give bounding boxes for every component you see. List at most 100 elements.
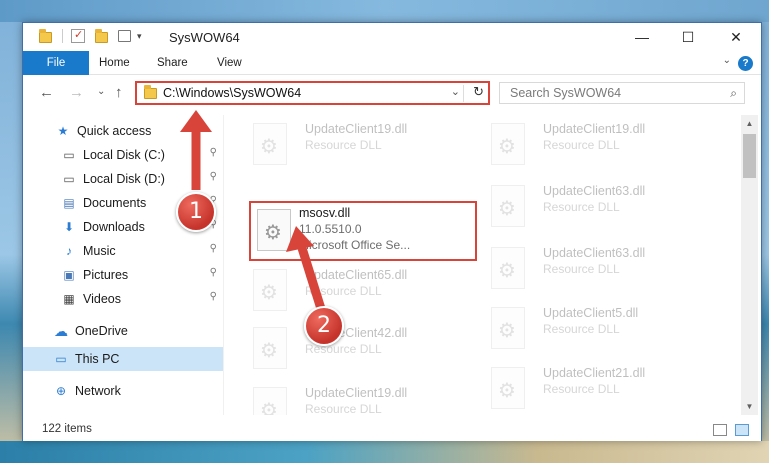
folder-icon <box>144 84 157 99</box>
address-path[interactable]: C:\Windows\SysWOW64 <box>163 86 301 100</box>
list-item[interactable]: UpdateClient5.dll Resource DLL <box>471 303 701 359</box>
pin-icon[interactable]: ⚲ <box>210 171 217 182</box>
close-button[interactable]: ✕ <box>713 23 759 51</box>
file-name: UpdateClient65.dll <box>305 268 408 282</box>
quick-access-dropdown-icon[interactable]: ▾ <box>137 31 142 42</box>
sidebar-item-label: Local Disk (C:) <box>83 148 165 162</box>
properties-icon[interactable] <box>71 28 85 43</box>
list-item[interactable]: UpdateClient63.dll Resource DLL <box>471 243 701 299</box>
list-item[interactable]: UpdateClient19.dll Resource DLL <box>233 383 463 415</box>
refresh-icon[interactable]: ↻ <box>473 84 484 100</box>
ribbon-tabs: File Home Share View ⌄ ? <box>23 51 761 75</box>
downloads-icon: ⬇ <box>63 220 75 234</box>
tab-view[interactable]: View <box>217 51 242 75</box>
window-title: SysWOW64 <box>169 30 240 45</box>
sidebar-item-label: Music <box>83 244 116 258</box>
file-description: Resource DLL <box>305 138 382 152</box>
navigation-pane: ★ Quick access ▭ Local Disk (C:) ⚲ ▭ Loc… <box>23 115 223 415</box>
file-name: msosv.dll <box>299 206 351 220</box>
step-1-badge: 1 <box>176 192 216 232</box>
address-dropdown-icon[interactable]: ⌄ <box>451 85 460 98</box>
sidebar-item-onedrive[interactable]: ☁ OneDrive <box>23 319 223 343</box>
up-button[interactable]: ↑ <box>115 84 123 101</box>
list-item[interactable]: UpdateClient19.dll Resource DLL <box>471 119 701 175</box>
dll-file-icon <box>253 387 287 415</box>
list-item[interactable]: UpdateClient19.dll Resource DLL <box>233 119 463 175</box>
pin-icon[interactable]: ⚲ <box>210 291 217 302</box>
scroll-up-icon[interactable]: ▲ <box>741 115 758 132</box>
sidebar-item-label: Videos <box>83 292 121 306</box>
tiles-view-icon[interactable] <box>735 424 749 436</box>
search-box[interactable]: Search SysWOW64 ⌕ <box>499 82 745 104</box>
vertical-scrollbar[interactable]: ▲ ▼ <box>741 115 758 415</box>
file-version: 11.0.5510.0 <box>299 222 362 236</box>
dll-file-icon <box>491 367 525 409</box>
list-item[interactable]: UpdateClient42.dll Resource DLL <box>233 323 463 379</box>
tab-home[interactable]: Home <box>99 51 130 75</box>
list-item[interactable]: UpdateClient63.dll Resource DLL <box>471 181 701 237</box>
file-name: UpdateClient5.dll <box>543 306 639 320</box>
list-item[interactable]: UpdateClient65.dll Resource DLL <box>233 265 463 321</box>
sidebar-item-label: Local Disk (D:) <box>83 172 165 186</box>
maximize-button[interactable]: ☐ <box>665 23 711 51</box>
sidebar-item-label: Network <box>75 384 121 398</box>
details-view-icon[interactable] <box>713 424 727 436</box>
file-description: Resource DLL <box>543 382 620 396</box>
address-bar[interactable]: C:\Windows\SysWOW64 ⌄ ↻ <box>135 81 490 105</box>
file-name: UpdateClient63.dll <box>543 246 646 260</box>
address-divider <box>463 85 464 102</box>
file-description: Resource DLL <box>543 262 620 276</box>
pane-divider[interactable] <box>223 115 224 415</box>
pin-icon[interactable]: ⚲ <box>210 267 217 278</box>
file-name: UpdateClient63.dll <box>543 184 646 198</box>
sidebar-item-label: Quick access <box>77 124 152 138</box>
file-description: Resource DLL <box>543 138 620 152</box>
title-bar: ▾ SysWOW64 — ☐ ✕ <box>23 23 761 51</box>
list-item-msosv[interactable]: msosv.dll 11.0.5510.0 Microsoft Office S… <box>249 201 477 261</box>
sidebar-item-quick-access[interactable]: ★ Quick access <box>23 119 223 143</box>
back-button[interactable]: ← <box>39 84 54 101</box>
dll-file-icon <box>491 307 525 349</box>
file-description: Resource DLL <box>305 284 382 298</box>
list-item[interactable]: UpdateClient21.dll Resource DLL <box>471 363 701 415</box>
pin-icon[interactable]: ⚲ <box>210 243 217 254</box>
scroll-thumb[interactable] <box>743 134 756 178</box>
search-input[interactable]: Search SysWOW64 <box>510 86 621 100</box>
drive-icon: ▭ <box>63 172 75 186</box>
network-icon: ⊕ <box>55 384 67 398</box>
desktop-background-bottom <box>0 441 769 463</box>
item-count: 122 items <box>42 423 92 435</box>
file-name: UpdateClient19.dll <box>543 122 646 136</box>
expand-ribbon-icon[interactable]: ⌄ <box>723 55 731 66</box>
pin-icon[interactable]: ⚲ <box>210 147 217 158</box>
sidebar-item-network[interactable]: ⊕ Network <box>23 379 223 403</box>
scroll-down-icon[interactable]: ▼ <box>741 398 758 415</box>
sidebar-item-this-pc[interactable]: ▭ This PC <box>23 347 223 371</box>
dll-file-icon <box>253 327 287 369</box>
help-button[interactable]: ? <box>738 56 753 71</box>
dll-file-icon <box>257 209 291 251</box>
navigation-bar: ← → ⌄ ↑ C:\Windows\SysWOW64 ⌄ ↻ Search S… <box>23 75 761 111</box>
forward-button[interactable]: → <box>69 84 84 101</box>
sidebar-item-videos[interactable]: ▦ Videos ⚲ <box>23 287 223 311</box>
customize-icon[interactable] <box>118 30 131 42</box>
sidebar-item-label: Downloads <box>83 220 145 234</box>
sidebar-item-local-disk-c[interactable]: ▭ Local Disk (C:) ⚲ <box>23 143 223 167</box>
sidebar-item-local-disk-d[interactable]: ▭ Local Disk (D:) ⚲ <box>23 167 223 191</box>
file-name: UpdateClient21.dll <box>543 366 646 380</box>
tab-file[interactable]: File <box>23 51 89 75</box>
documents-icon: ▤ <box>63 196 75 210</box>
pictures-icon: ▣ <box>63 268 75 282</box>
explorer-window: ▾ SysWOW64 — ☐ ✕ File Home Share View ⌄ … <box>22 22 762 441</box>
music-icon: ♪ <box>66 244 72 258</box>
sidebar-item-pictures[interactable]: ▣ Pictures ⚲ <box>23 263 223 287</box>
drive-icon: ▭ <box>63 148 75 162</box>
sidebar-item-label: This PC <box>75 352 120 366</box>
new-folder-icon[interactable] <box>95 29 108 43</box>
minimize-button[interactable]: — <box>619 23 665 51</box>
sidebar-item-music[interactable]: ♪ Music ⚲ <box>23 239 223 263</box>
search-icon[interactable]: ⌕ <box>730 86 737 101</box>
tab-share[interactable]: Share <box>157 51 188 75</box>
recent-locations-button[interactable]: ⌄ <box>97 86 105 97</box>
dll-file-icon <box>491 123 525 165</box>
